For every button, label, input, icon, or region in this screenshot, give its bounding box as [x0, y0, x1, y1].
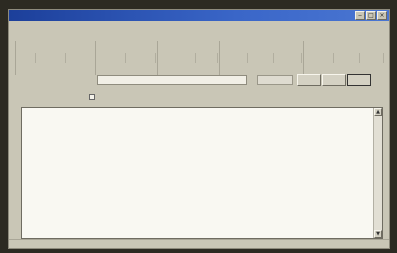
- toolbar-button[interactable]: [196, 53, 218, 63]
- maximize-icon[interactable]: □: [366, 11, 376, 20]
- address-row: [15, 74, 383, 86]
- options-row: [15, 92, 383, 102]
- minimize-icon[interactable]: ‒: [355, 11, 365, 20]
- status-bar: [9, 239, 389, 248]
- toolbar-button[interactable]: [160, 53, 196, 63]
- app-window: ‒ □ × ▲ ▼: [8, 9, 390, 249]
- toolbar-button[interactable]: [334, 53, 360, 63]
- address-input[interactable]: [97, 75, 247, 85]
- action-button-2[interactable]: [322, 74, 346, 86]
- toolbar-button[interactable]: [16, 53, 36, 63]
- toolbar-button[interactable]: [274, 53, 302, 63]
- menu-bar: [9, 21, 389, 31]
- toolbar-button[interactable]: [306, 53, 334, 63]
- text-editor[interactable]: ▲ ▼: [21, 107, 383, 239]
- toolbar-button[interactable]: [222, 53, 248, 63]
- toolbar-button[interactable]: [126, 53, 156, 63]
- close-icon[interactable]: ×: [377, 11, 387, 20]
- toolbar-group-1: [15, 41, 95, 75]
- toolbar-button[interactable]: [36, 53, 66, 63]
- option-checkbox[interactable]: [89, 94, 95, 100]
- secondary-input[interactable]: [257, 75, 293, 85]
- title-bar: ‒ □ ×: [9, 10, 389, 21]
- window-controls: ‒ □ ×: [355, 11, 387, 20]
- toolbar-group-2: [95, 41, 157, 75]
- action-button-3[interactable]: [347, 74, 371, 86]
- toolbar-group-3: [157, 41, 219, 75]
- toolbar-button[interactable]: [360, 53, 384, 63]
- toolbar-group-5: [303, 41, 384, 75]
- toolbar-button[interactable]: [248, 53, 274, 63]
- scroll-up-icon[interactable]: ▲: [374, 108, 382, 116]
- toolbar-group-4: [219, 41, 303, 75]
- action-button-1[interactable]: [297, 74, 321, 86]
- toolbar: [15, 41, 384, 77]
- toolbar-button[interactable]: [98, 53, 126, 63]
- scroll-down-icon[interactable]: ▼: [374, 230, 382, 238]
- vertical-scrollbar[interactable]: ▲ ▼: [373, 108, 382, 238]
